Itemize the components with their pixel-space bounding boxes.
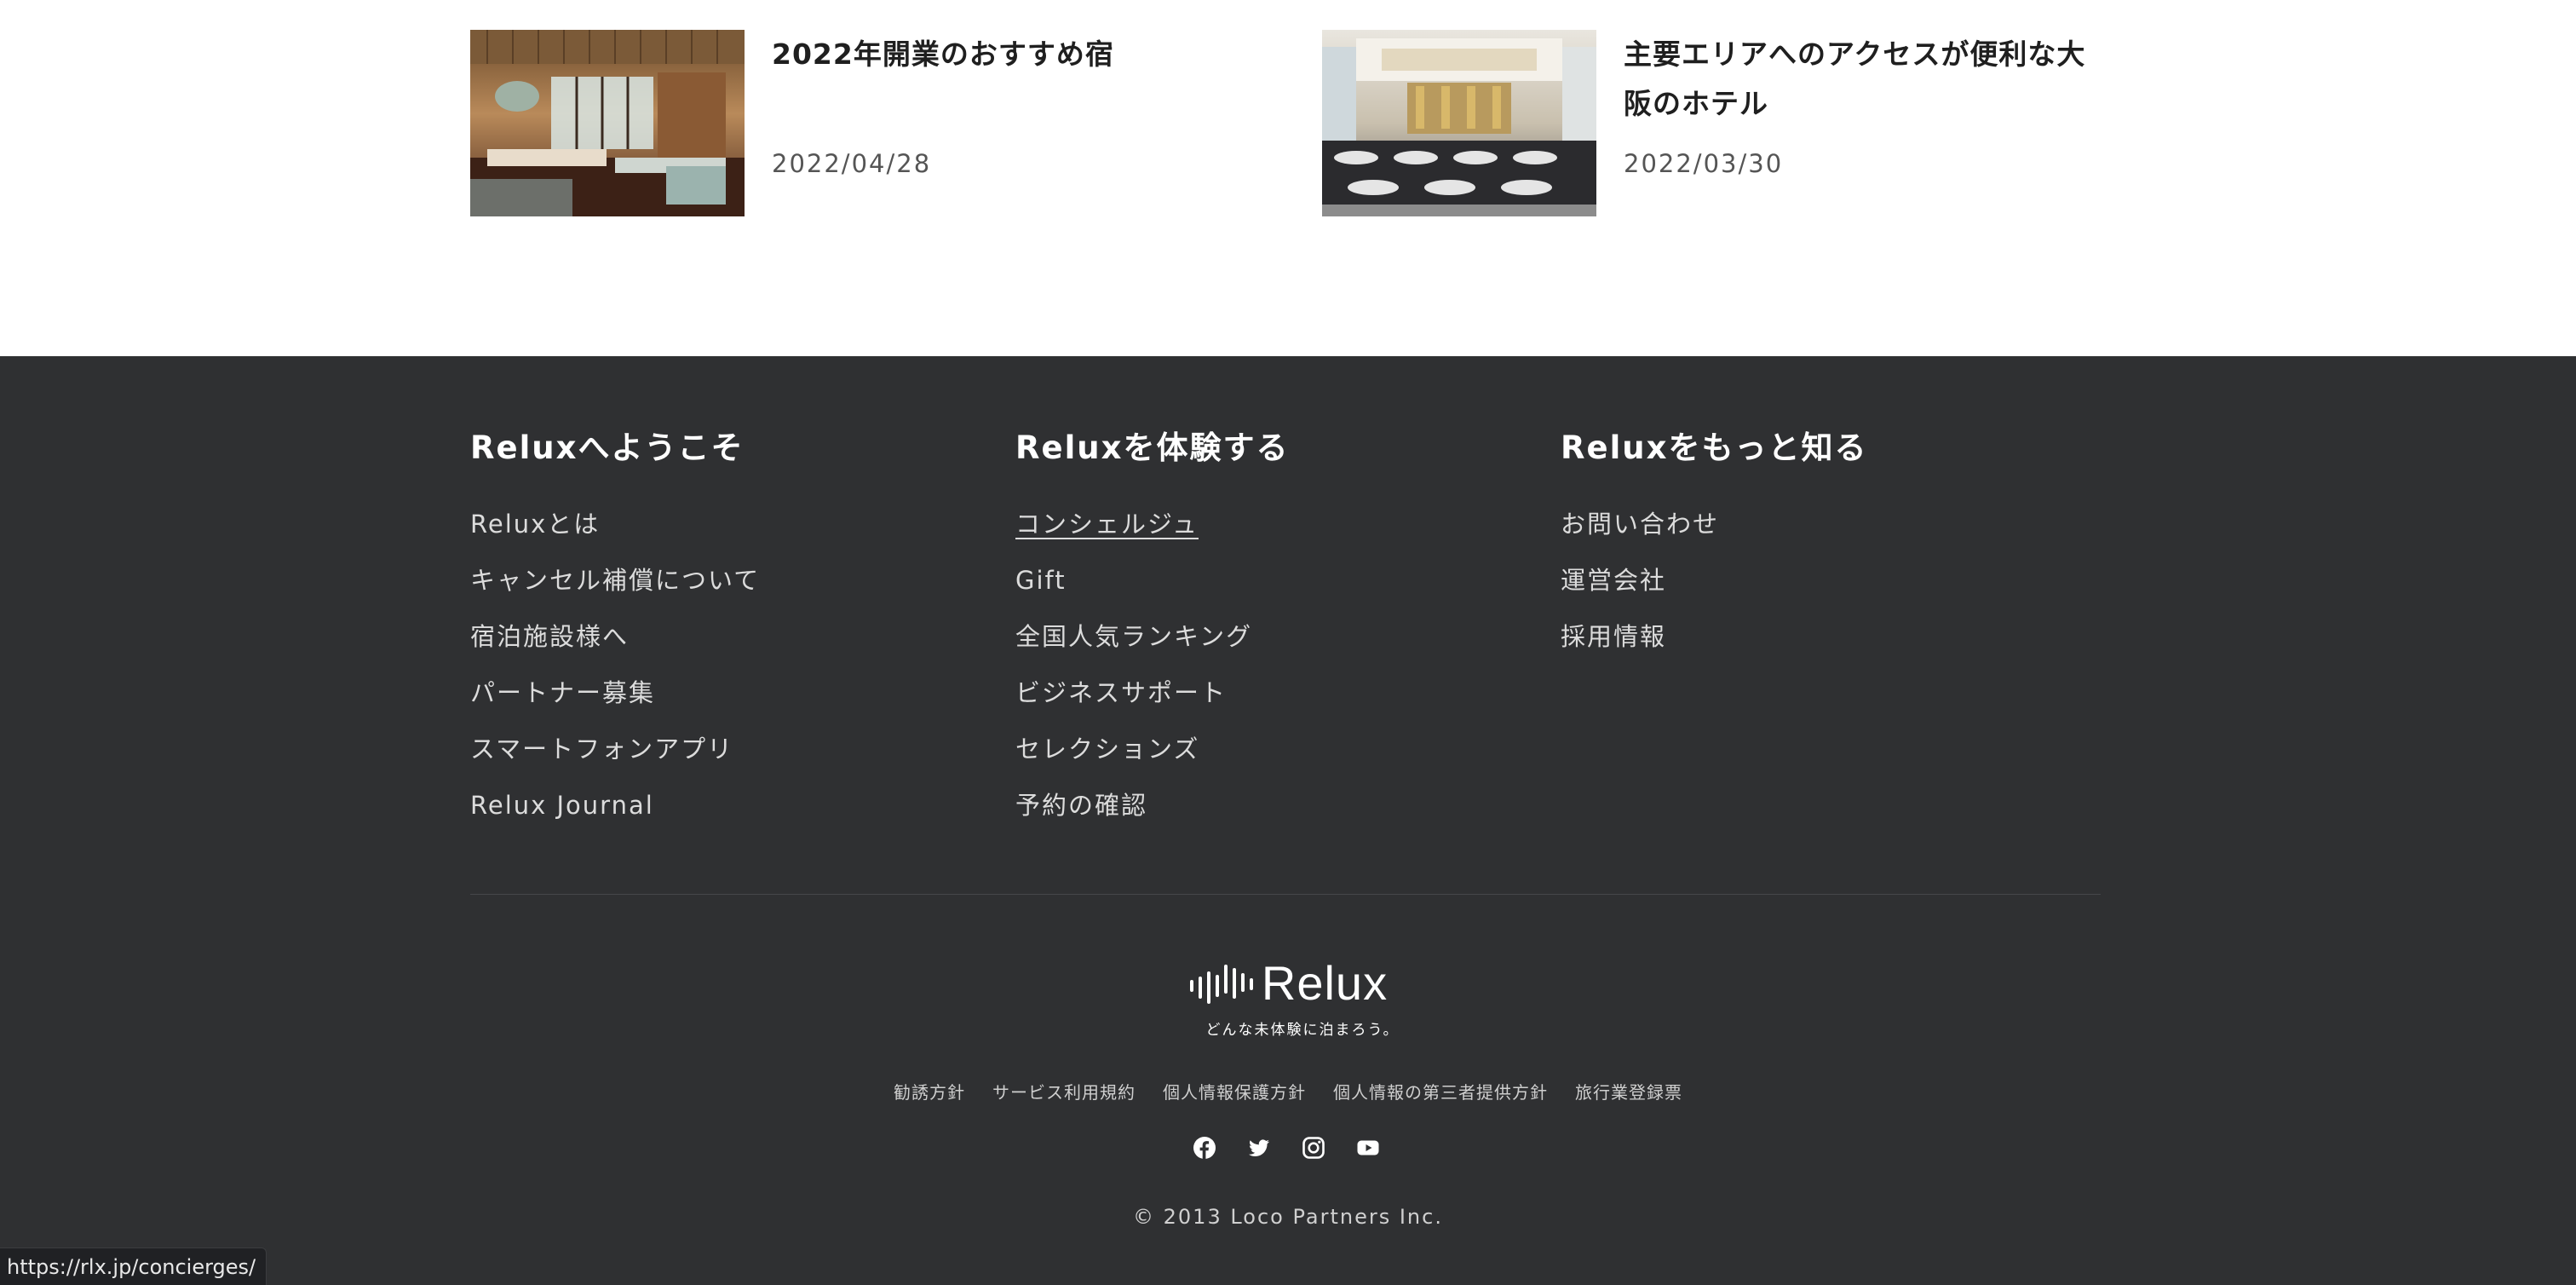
page: 2022年開業のおすすめ宿 2022/04/28 主要エリアへのアクセスが便利な…: [0, 0, 2576, 1285]
footer-link-partner-recruitment[interactable]: パートナー募集: [470, 678, 655, 707]
youtube-icon: [1357, 1140, 1379, 1155]
footer-link-journal[interactable]: Relux Journal: [470, 791, 654, 820]
article-date: 2022/04/28: [772, 149, 932, 178]
footer-link-list: お問い合わせ 運営会社 採用情報: [1561, 496, 1867, 665]
legal-link-third-party-policy[interactable]: 個人情報の第三者提供方針: [1333, 1079, 1548, 1103]
footer-link-contact[interactable]: お問い合わせ: [1561, 510, 1719, 539]
restaurant-interior-image: [470, 30, 745, 216]
footer-link-selections[interactable]: セレクションズ: [1015, 735, 1199, 764]
article-title[interactable]: 主要エリアへのアクセスが便利な大 阪のホテル: [1624, 30, 2106, 129]
footer-link-cancel-guarantee[interactable]: キャンセル補償について: [470, 566, 760, 595]
instagram-link[interactable]: [1302, 1136, 1325, 1160]
article-date: 2022/03/30: [1624, 149, 1784, 178]
footer-column-learn-more: Reluxをもっと知る お問い合わせ 運営会社 採用情報: [1561, 426, 1867, 665]
footer-brand: Relux どんな未体験に泊まろう。: [0, 959, 2576, 1039]
footer-link-company[interactable]: 運営会社: [1561, 566, 1666, 595]
article-thumbnail[interactable]: [1322, 30, 1596, 216]
footer-link-concierge[interactable]: コンシェルジュ: [1015, 510, 1199, 539]
site-footer: Reluxへようこそ Reluxとは キャンセル補償について 宿泊施設様へ パー…: [0, 356, 2576, 1285]
footer-column-welcome: Reluxへようこそ Reluxとは キャンセル補償について 宿泊施設様へ パー…: [470, 426, 760, 833]
footer-link-about[interactable]: Reluxとは: [470, 510, 600, 539]
article-title-line: 阪のホテル: [1624, 87, 1768, 120]
article-body: 主要エリアへのアクセスが便利な大 阪のホテル 2022/03/30: [1624, 30, 2106, 216]
legal-links: 勧誘方針 サービス利用規約 個人情報保護方針 個人情報の第三者提供方針 旅行業登…: [0, 1079, 2576, 1103]
legal-link-solicitation-policy[interactable]: 勧誘方針: [894, 1079, 965, 1103]
footer-link-ranking[interactable]: 全国人気ランキング: [1015, 622, 1252, 651]
related-articles: 2022年開業のおすすめ宿 2022/04/28 主要エリアへのアクセスが便利な…: [0, 0, 2576, 356]
soundwave-logo-icon: [1189, 965, 1253, 1004]
article-card[interactable]: 主要エリアへのアクセスが便利な大 阪のホテル 2022/03/30: [1322, 30, 2106, 216]
article-title-line: 主要エリアへのアクセスが便利な大: [1624, 37, 2086, 71]
footer-link-list: コンシェルジュ Gift 全国人気ランキング ビジネスサポート セレクションズ …: [1015, 496, 1289, 833]
footer-link-gift[interactable]: Gift: [1015, 566, 1067, 595]
relux-logo[interactable]: Relux: [1188, 959, 1388, 1007]
article-body: 2022年開業のおすすめ宿 2022/04/28: [772, 30, 1288, 216]
brand-tagline: どんな未体験に泊まろう。: [1205, 1022, 1400, 1039]
article-title[interactable]: 2022年開業のおすすめ宿: [772, 30, 1288, 79]
instagram-icon: [1302, 1137, 1325, 1159]
article-card[interactable]: 2022年開業のおすすめ宿 2022/04/28: [470, 30, 1288, 216]
youtube-link[interactable]: [1356, 1136, 1380, 1160]
article-thumbnail[interactable]: [470, 30, 745, 216]
footer-link-business-support[interactable]: ビジネスサポート: [1015, 678, 1227, 707]
copyright-notice: © 2013 Loco Partners Inc.: [1133, 1205, 1443, 1229]
hotel-dining-hall-image: [1322, 30, 1596, 216]
legal-link-travel-registration[interactable]: 旅行業登録票: [1575, 1079, 1682, 1103]
footer-link-reservation-check[interactable]: 予約の確認: [1015, 791, 1147, 820]
facebook-link[interactable]: [1193, 1136, 1216, 1160]
footer-divider: [470, 894, 2101, 895]
facebook-icon: [1193, 1137, 1216, 1159]
logo-wordmark: Relux: [1261, 956, 1389, 1010]
footer-column-heading: Reluxへようこそ: [470, 429, 745, 466]
footer-link-list: Reluxとは キャンセル補償について 宿泊施設様へ パートナー募集 スマートフ…: [470, 496, 760, 833]
footer-link-smartphone-app[interactable]: スマートフォンアプリ: [470, 735, 733, 764]
footer-link-for-facilities[interactable]: 宿泊施設様へ: [470, 622, 629, 651]
legal-link-privacy-policy[interactable]: 個人情報保護方針: [1163, 1079, 1306, 1103]
twitter-link[interactable]: [1247, 1136, 1271, 1160]
browser-status-bar: https://rlx.jp/concierges/: [0, 1248, 267, 1285]
social-links: [0, 1136, 2576, 1160]
footer-column-heading: Reluxをもっと知る: [1561, 429, 1868, 466]
twitter-icon: [1249, 1139, 1269, 1156]
legal-link-terms-of-service[interactable]: サービス利用規約: [992, 1079, 1136, 1103]
footer-column-experience: Reluxを体験する コンシェルジュ Gift 全国人気ランキング ビジネスサポ…: [1015, 426, 1289, 833]
footer-column-heading: Reluxを体験する: [1015, 429, 1290, 466]
footer-link-careers[interactable]: 採用情報: [1561, 622, 1666, 651]
